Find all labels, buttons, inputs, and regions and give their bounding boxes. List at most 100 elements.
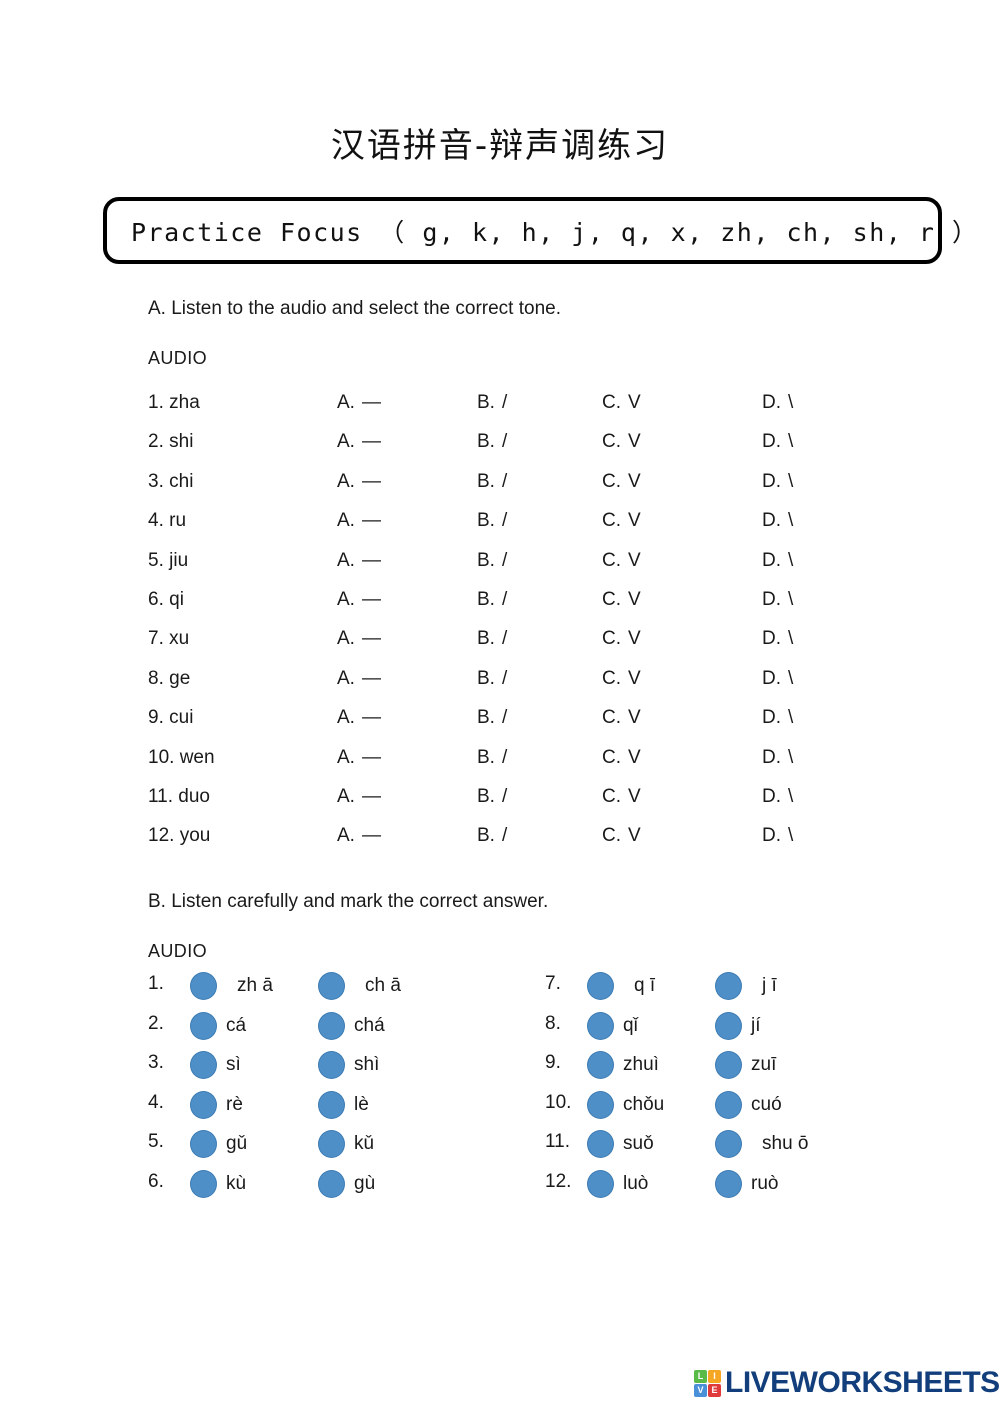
section-a-option-b[interactable]: B. / bbox=[477, 550, 507, 572]
section-a-option-d[interactable]: D. \ bbox=[762, 786, 793, 808]
section-a-option-d[interactable]: D. \ bbox=[762, 628, 793, 650]
radio-button-icon[interactable] bbox=[715, 1130, 742, 1158]
section-a-option-c[interactable]: C. V bbox=[602, 707, 641, 729]
section-a-option-a[interactable]: A. — bbox=[337, 589, 381, 611]
section-a-option-c[interactable]: C. V bbox=[602, 550, 641, 572]
section-b-choice[interactable]: qǐ bbox=[587, 1011, 638, 1040]
section-a-option-c[interactable]: C. V bbox=[602, 431, 641, 453]
section-b-choice[interactable]: kù bbox=[190, 1169, 246, 1198]
section-a-option-a[interactable]: A. — bbox=[337, 786, 381, 808]
radio-button-icon[interactable] bbox=[587, 972, 614, 1000]
section-a-option-d[interactable]: D. \ bbox=[762, 825, 793, 847]
section-b-choice[interactable]: suǒ bbox=[587, 1130, 654, 1158]
section-b-choice[interactable]: ruò bbox=[715, 1169, 778, 1198]
section-b-choice[interactable]: jí bbox=[715, 1011, 761, 1040]
section-b-choice[interactable]: zhuì bbox=[587, 1051, 659, 1079]
section-a-option-d[interactable]: D. \ bbox=[762, 707, 793, 729]
section-a-option-b[interactable]: B. / bbox=[477, 786, 507, 808]
section-a-option-a[interactable]: A. — bbox=[337, 628, 381, 650]
section-b-choice[interactable]: chǒu bbox=[587, 1090, 664, 1119]
section-b-choice[interactable]: rè bbox=[190, 1090, 243, 1119]
section-a-option-c[interactable]: C. V bbox=[602, 628, 641, 650]
section-a-option-b[interactable]: B. / bbox=[477, 668, 507, 690]
section-a-option-d[interactable]: D. \ bbox=[762, 392, 793, 414]
section-a-option-a[interactable]: A. — bbox=[337, 471, 381, 493]
section-a-option-d[interactable]: D. \ bbox=[762, 668, 793, 690]
radio-button-icon[interactable] bbox=[190, 1011, 217, 1040]
radio-button-icon[interactable] bbox=[715, 1011, 742, 1040]
radio-button-icon[interactable] bbox=[715, 972, 742, 1000]
section-b-choice[interactable]: zh ā bbox=[190, 972, 273, 1000]
section-a-option-b[interactable]: B. / bbox=[477, 589, 507, 611]
section-a-option-b[interactable]: B. / bbox=[477, 431, 507, 453]
radio-button-icon[interactable] bbox=[190, 1169, 217, 1198]
section-b-choice[interactable]: lè bbox=[318, 1090, 369, 1119]
section-b-choice[interactable]: gǔ bbox=[190, 1130, 247, 1158]
radio-button-icon[interactable] bbox=[715, 1169, 742, 1198]
section-a-option-a[interactable]: A. — bbox=[337, 431, 381, 453]
radio-button-icon[interactable] bbox=[190, 1130, 217, 1158]
section-b-choice[interactable]: shu ō bbox=[715, 1130, 808, 1158]
radio-button-icon[interactable] bbox=[318, 1130, 345, 1158]
section-a-option-d[interactable]: D. \ bbox=[762, 471, 793, 493]
section-a-option-a[interactable]: A. — bbox=[337, 707, 381, 729]
section-b-choice[interactable]: ch ā bbox=[318, 972, 401, 1000]
section-a-option-a[interactable]: A. — bbox=[337, 392, 381, 414]
radio-button-icon[interactable] bbox=[190, 972, 217, 1000]
radio-button-icon[interactable] bbox=[587, 1090, 614, 1119]
section-a-option-a[interactable]: A. — bbox=[337, 747, 381, 769]
radio-button-icon[interactable] bbox=[318, 1011, 345, 1040]
section-a-option-a[interactable]: A. — bbox=[337, 825, 381, 847]
section-a-option-a[interactable]: A. — bbox=[337, 550, 381, 572]
section-a-option-d[interactable]: D. \ bbox=[762, 510, 793, 532]
radio-button-icon[interactable] bbox=[587, 1011, 614, 1040]
section-b-choice[interactable]: j ī bbox=[715, 972, 777, 1000]
radio-button-icon[interactable] bbox=[587, 1051, 614, 1079]
section-b-choice[interactable]: gù bbox=[318, 1169, 375, 1198]
section-a-option-d[interactable]: D. \ bbox=[762, 431, 793, 453]
section-a-option-c[interactable]: C. V bbox=[602, 471, 641, 493]
section-b-choice[interactable]: luò bbox=[587, 1169, 648, 1198]
radio-button-icon[interactable] bbox=[318, 972, 345, 1000]
section-a-option-c[interactable]: C. V bbox=[602, 392, 641, 414]
radio-button-icon[interactable] bbox=[190, 1051, 217, 1079]
section-b-choice-label: cá bbox=[226, 1014, 247, 1036]
liveworksheets-wordmark: LIVEWORKSHEETS bbox=[725, 1366, 1000, 1399]
radio-button-icon[interactable] bbox=[587, 1169, 614, 1198]
section-b-choice[interactable]: kǔ bbox=[318, 1130, 374, 1158]
section-b-choice[interactable]: q ī bbox=[587, 972, 655, 1000]
section-a-option-b[interactable]: B. / bbox=[477, 392, 507, 414]
section-b-choice[interactable]: zuī bbox=[715, 1051, 776, 1079]
radio-button-icon[interactable] bbox=[715, 1051, 742, 1079]
liveworksheets-logo[interactable]: LIVE LIVEWORKSHEETS bbox=[694, 1366, 1000, 1400]
radio-button-icon[interactable] bbox=[318, 1090, 345, 1119]
section-a-option-b[interactable]: B. / bbox=[477, 825, 507, 847]
section-b-choice[interactable]: chá bbox=[318, 1011, 385, 1040]
section-a-option-c[interactable]: C. V bbox=[602, 747, 641, 769]
radio-button-icon[interactable] bbox=[715, 1090, 742, 1119]
section-b-choice[interactable]: cá bbox=[190, 1011, 247, 1040]
section-a-option-c[interactable]: C. V bbox=[602, 510, 641, 532]
radio-button-icon[interactable] bbox=[318, 1051, 345, 1079]
section-a-option-b[interactable]: B. / bbox=[477, 628, 507, 650]
section-a-option-c[interactable]: C. V bbox=[602, 786, 641, 808]
section-b-choice[interactable]: sì bbox=[190, 1051, 241, 1079]
section-a-option-a[interactable]: A. — bbox=[337, 510, 381, 532]
section-a-option-d[interactable]: D. \ bbox=[762, 747, 793, 769]
section-b-choice-label: zuī bbox=[751, 1054, 777, 1075]
section-b-choice[interactable]: shì bbox=[318, 1051, 379, 1079]
section-a-option-b[interactable]: B. / bbox=[477, 471, 507, 493]
radio-button-icon[interactable] bbox=[318, 1169, 345, 1198]
section-a-option-b[interactable]: B. / bbox=[477, 707, 507, 729]
section-a-option-d[interactable]: D. \ bbox=[762, 589, 793, 611]
section-a-option-a[interactable]: A. — bbox=[337, 668, 381, 690]
section-a-option-c[interactable]: C. V bbox=[602, 825, 641, 847]
section-a-option-b[interactable]: B. / bbox=[477, 747, 507, 769]
radio-button-icon[interactable] bbox=[190, 1090, 217, 1119]
section-a-option-d[interactable]: D. \ bbox=[762, 550, 793, 572]
section-b-choice[interactable]: cuó bbox=[715, 1090, 782, 1119]
section-a-option-c[interactable]: C. V bbox=[602, 589, 641, 611]
section-a-option-b[interactable]: B. / bbox=[477, 510, 507, 532]
radio-button-icon[interactable] bbox=[587, 1130, 614, 1158]
section-a-option-c[interactable]: C. V bbox=[602, 668, 641, 690]
